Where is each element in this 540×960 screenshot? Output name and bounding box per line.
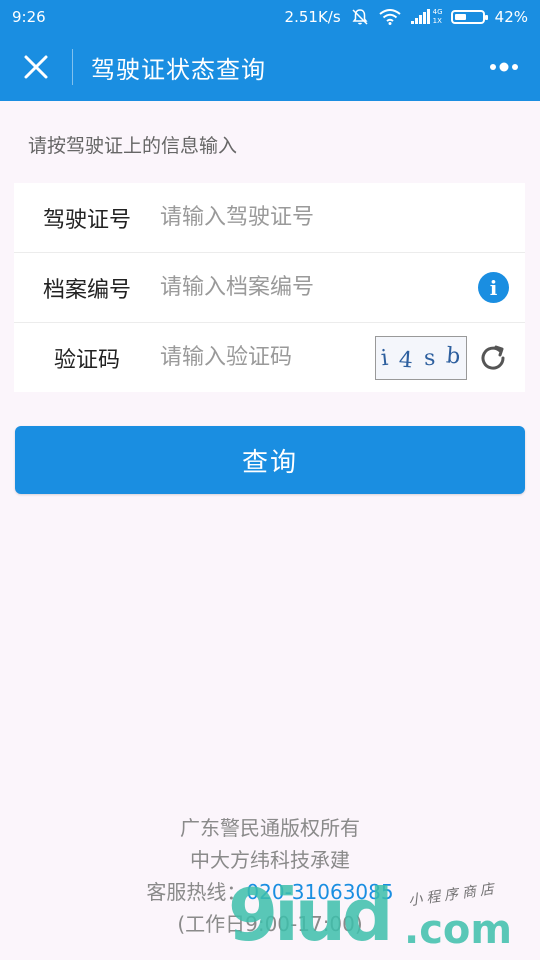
captcha-char: i	[380, 345, 390, 371]
nav-divider	[72, 49, 73, 85]
hotline-line: 客服热线：020-31063085	[0, 876, 540, 908]
network-type-bottom: 1X	[432, 16, 442, 25]
captcha-char: s	[423, 345, 437, 371]
wifi-icon	[379, 8, 401, 25]
nav-bar: 驾驶证状态查询	[0, 33, 540, 101]
close-button[interactable]	[0, 33, 72, 101]
archive-row: 档案编号 i	[14, 253, 525, 323]
archive-number-input[interactable]	[160, 275, 360, 300]
status-bar: 9:26 2.51K/s 4G 1X 42%	[0, 0, 540, 33]
captcha-input[interactable]	[160, 345, 340, 370]
battery-percent: 42%	[494, 7, 528, 26]
info-icon[interactable]: i	[478, 272, 509, 303]
network-speed: 2.51K/s	[284, 7, 341, 26]
license-number-input[interactable]	[160, 205, 360, 230]
working-hours: (工作日9:00-17:00)	[177, 912, 363, 936]
close-icon	[24, 55, 48, 79]
builder-text: 中大方纬科技承建	[190, 848, 350, 872]
footer: 广东警民通版权所有 中大方纬科技承建 客服热线：020-31063085 (工作…	[0, 812, 540, 940]
refresh-captcha-button[interactable]	[477, 342, 509, 374]
page-title: 驾驶证状态查询	[91, 55, 266, 84]
hotline-number-link[interactable]: 020-31063085	[246, 880, 393, 904]
status-indicators: 2.51K/s 4G 1X 42%	[285, 8, 528, 26]
hotline-label: 客服热线：	[146, 880, 247, 904]
battery-icon	[450, 9, 488, 24]
captcha-row: 验证码 i 4 s b	[14, 323, 525, 392]
network-type-top: 4G	[432, 7, 443, 16]
copyright-text: 广东警民通版权所有	[180, 816, 360, 840]
more-options-button[interactable]	[468, 33, 540, 101]
refresh-icon	[481, 345, 505, 370]
battery-fill	[454, 13, 466, 20]
form-hint: 请按驾驶证上的信息输入	[28, 135, 238, 157]
query-button[interactable]: 查询	[15, 426, 525, 494]
license-row: 驾驶证号	[14, 183, 525, 253]
captcha-label: 验证码	[53, 347, 120, 373]
archive-label: 档案编号	[42, 277, 131, 303]
bell-muted-icon	[351, 8, 369, 26]
status-time: 9:26	[12, 7, 46, 26]
captcha-image[interactable]: i 4 s b	[375, 336, 467, 380]
query-form: 驾驶证号 档案编号 i 验证码 i 4 s b	[14, 183, 525, 392]
more-dots-icon	[490, 62, 518, 72]
license-label: 驾驶证号	[42, 207, 131, 233]
captcha-char: 4	[398, 347, 415, 373]
signal-icon: 4G 1X	[410, 7, 443, 25]
captcha-char: b	[445, 342, 462, 370]
